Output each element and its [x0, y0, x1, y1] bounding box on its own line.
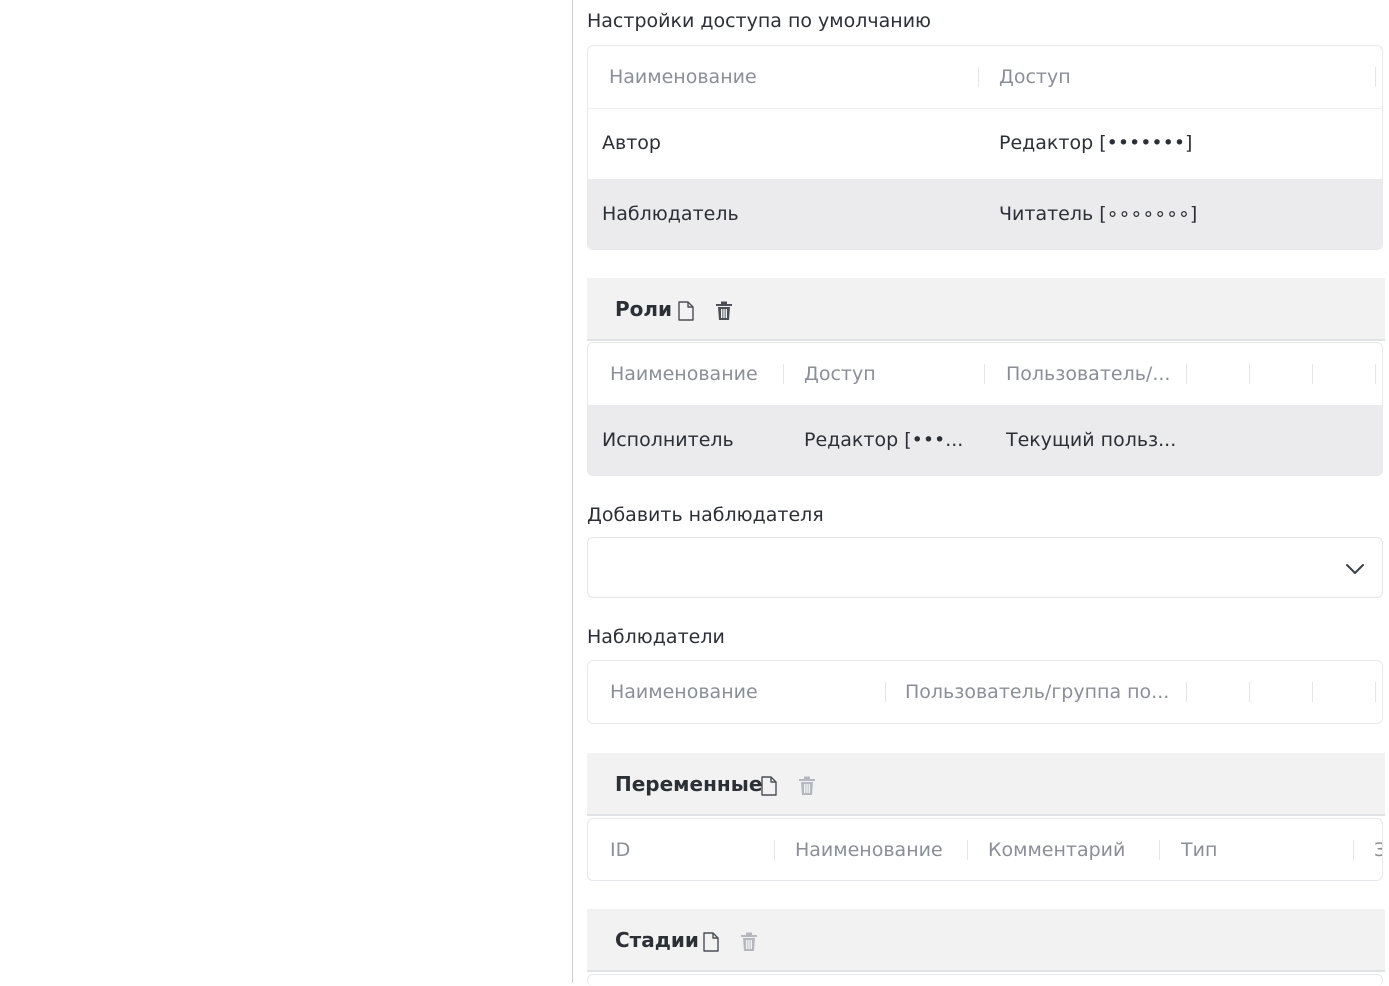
observers-table: Наименование Пользователь/группа по...: [587, 660, 1383, 724]
column-separator[interactable]: [1249, 364, 1250, 384]
variables-table-header: ID Наименование Комментарий Тип З: [588, 819, 1382, 880]
table-row[interactable]: Автор Редактор [•••••••]: [588, 108, 1382, 179]
trash-icon: [738, 931, 760, 953]
roles-table: Наименование Доступ Пользователь/... Исп…: [587, 342, 1383, 476]
column-separator[interactable]: [984, 364, 985, 384]
pane-divider[interactable]: [572, 0, 573, 983]
column-header-truncated[interactable]: З: [1374, 819, 1382, 880]
column-separator[interactable]: [1312, 364, 1313, 384]
default-access-table: Наименование Доступ Автор Редактор [••••…: [587, 45, 1383, 250]
observers-label: Наблюдатели: [587, 626, 725, 648]
add-observer-select[interactable]: [587, 537, 1383, 598]
trash-icon: [796, 775, 818, 797]
column-header-access[interactable]: Доступ: [804, 343, 984, 405]
new-document-icon[interactable]: [700, 931, 722, 953]
column-separator[interactable]: [1375, 682, 1376, 702]
stages-table: [587, 974, 1383, 986]
column-separator[interactable]: [1249, 682, 1250, 702]
table-row-selected[interactable]: Наблюдатель Читатель [∘∘∘∘∘∘∘]: [588, 179, 1382, 249]
new-document-icon[interactable]: [675, 300, 697, 322]
row-access: Редактор [•••••••]: [999, 132, 1193, 154]
variables-title: Переменные: [615, 772, 763, 796]
column-header-name[interactable]: Наименование: [610, 343, 780, 405]
column-separator[interactable]: [885, 682, 886, 702]
row-name: Автор: [602, 132, 661, 154]
table-row-selected[interactable]: Исполнитель Редактор [•••... Текущий пол…: [588, 405, 1382, 475]
column-separator[interactable]: [1186, 682, 1187, 702]
new-document-icon[interactable]: [758, 775, 780, 797]
roles-table-header: Наименование Доступ Пользователь/...: [588, 343, 1382, 406]
column-separator[interactable]: [1353, 840, 1354, 860]
left-pane: [0, 0, 572, 983]
column-separator[interactable]: [783, 364, 784, 384]
variables-group-header: Переменные: [587, 753, 1385, 816]
column-separator[interactable]: [1186, 364, 1187, 384]
column-header-comment[interactable]: Комментарий: [988, 819, 1158, 880]
add-observer-label: Добавить наблюдателя: [587, 504, 824, 526]
column-separator[interactable]: [967, 840, 968, 860]
roles-group-header: Роли: [587, 278, 1385, 341]
trash-icon[interactable]: [713, 300, 735, 322]
column-header-name[interactable]: Наименование: [610, 661, 880, 723]
column-header-id[interactable]: ID: [610, 819, 770, 880]
column-separator[interactable]: [1312, 682, 1313, 702]
column-separator[interactable]: [978, 67, 979, 87]
column-header-user[interactable]: Пользователь/...: [1006, 343, 1186, 405]
default-access-table-header: Наименование Доступ: [588, 46, 1382, 109]
variables-table: ID Наименование Комментарий Тип З: [587, 818, 1383, 881]
row-user: Текущий польз...: [1006, 429, 1177, 451]
column-separator[interactable]: [1375, 67, 1376, 87]
stages-group-header: Стадии: [587, 909, 1385, 972]
observers-table-header: Наименование Пользователь/группа по...: [588, 661, 1382, 723]
column-separator[interactable]: [1159, 840, 1160, 860]
column-header-user-group[interactable]: Пользователь/группа по...: [905, 661, 1186, 723]
row-access: Редактор [•••...: [804, 429, 964, 451]
stages-title: Стадии: [615, 928, 699, 952]
row-access: Читатель [∘∘∘∘∘∘∘]: [999, 203, 1198, 225]
column-header-name[interactable]: Наименование: [609, 46, 969, 108]
row-name: Наблюдатель: [602, 203, 739, 225]
default-access-title: Настройки доступа по умолчанию: [587, 10, 932, 32]
roles-title: Роли: [615, 297, 673, 321]
column-header-name[interactable]: Наименование: [795, 819, 965, 880]
properties-panel: Настройки доступа по умолчанию Наименова…: [587, 0, 1385, 986]
column-header-type[interactable]: Тип: [1181, 819, 1351, 880]
column-separator[interactable]: [1375, 364, 1376, 384]
row-name: Исполнитель: [602, 429, 734, 451]
chevron-down-icon[interactable]: [1344, 558, 1366, 580]
column-separator[interactable]: [774, 840, 775, 860]
column-header-access[interactable]: Доступ: [999, 46, 1369, 108]
